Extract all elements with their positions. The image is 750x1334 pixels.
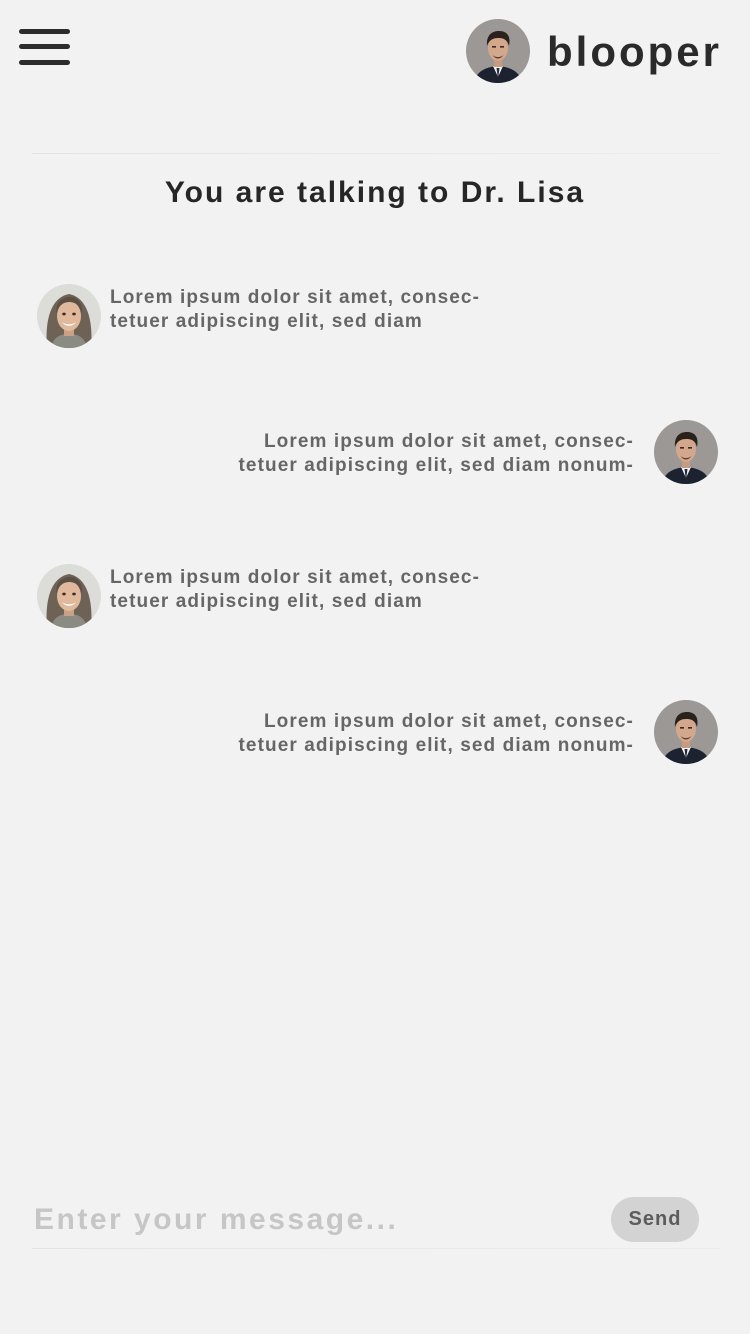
message-line: tetuer adipiscing elit, sed diam — [110, 311, 423, 332]
message-input[interactable] — [34, 1196, 594, 1244]
message-user: Lorem ipsum dolor sit amet, consec- tetu… — [238, 710, 634, 758]
message-line: Lorem ipsum dolor sit amet, consec- — [263, 711, 634, 732]
doctor-avatar — [37, 284, 101, 348]
message-line: tetuer adipiscing elit, sed diam nonum- — [238, 455, 634, 476]
message-line: Lorem ipsum dolor sit amet, consec- — [110, 287, 481, 308]
hamburger-menu-icon[interactable] — [18, 28, 72, 68]
composer-divider — [32, 1248, 720, 1249]
message-user: Lorem ipsum dolor sit amet, consec- tetu… — [238, 430, 634, 478]
user-message-avatar — [654, 700, 718, 764]
message-doctor: Lorem ipsum dolor sit amet, consec- tetu… — [110, 286, 480, 334]
brand-logo: blooper — [547, 28, 722, 75]
message-line: tetuer adipiscing elit, sed diam nonum- — [238, 735, 634, 756]
message-line: tetuer adipiscing elit, sed diam — [110, 591, 423, 612]
header-divider — [32, 153, 720, 154]
message-line: Lorem ipsum dolor sit amet, consec- — [263, 431, 634, 452]
user-avatar[interactable] — [466, 19, 530, 83]
chat-title: You are talking to Dr. Lisa — [164, 176, 586, 209]
message-line: Lorem ipsum dolor sit amet, consec- — [110, 567, 481, 588]
message-doctor: Lorem ipsum dolor sit amet, consec- tetu… — [110, 566, 480, 614]
send-button[interactable]: Send — [611, 1197, 699, 1242]
user-message-avatar — [654, 420, 718, 484]
doctor-avatar — [37, 564, 101, 628]
